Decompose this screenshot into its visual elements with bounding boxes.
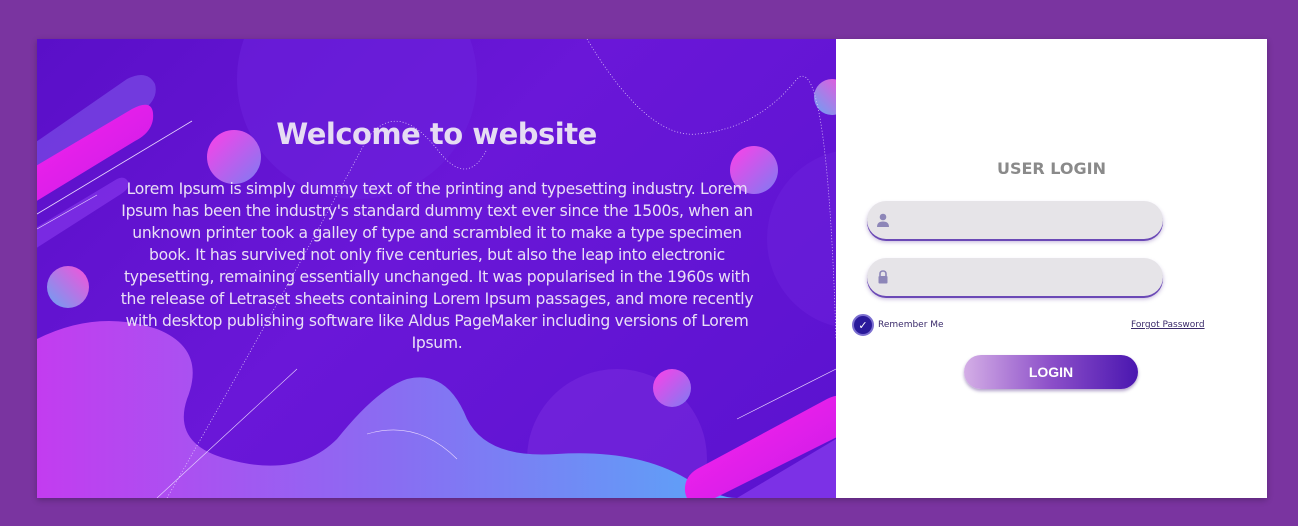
forgot-password-link[interactable]: Forgot Password bbox=[1131, 320, 1205, 330]
hero-text: Welcome to website Lorem Ipsum is simply… bbox=[37, 39, 836, 498]
username-field[interactable] bbox=[867, 201, 1163, 239]
username-input[interactable] bbox=[897, 201, 1152, 239]
hero-body: Lorem Ipsum is simply dummy text of the … bbox=[120, 180, 754, 352]
remember-me-checkbox[interactable]: ✓ Remember Me bbox=[852, 314, 944, 336]
password-field[interactable] bbox=[867, 258, 1163, 296]
login-button[interactable]: LOGIN bbox=[964, 355, 1138, 389]
hero-panel: Welcome to website Lorem Ipsum is simply… bbox=[37, 39, 836, 498]
login-title: USER LOGIN bbox=[996, 159, 1107, 178]
remember-me-label: Remember Me bbox=[878, 320, 944, 330]
password-input[interactable] bbox=[897, 258, 1152, 296]
check-icon[interactable]: ✓ bbox=[852, 314, 874, 336]
lock-icon bbox=[878, 270, 888, 284]
hero-title: Welcome to website bbox=[276, 117, 597, 151]
user-icon bbox=[877, 213, 889, 227]
